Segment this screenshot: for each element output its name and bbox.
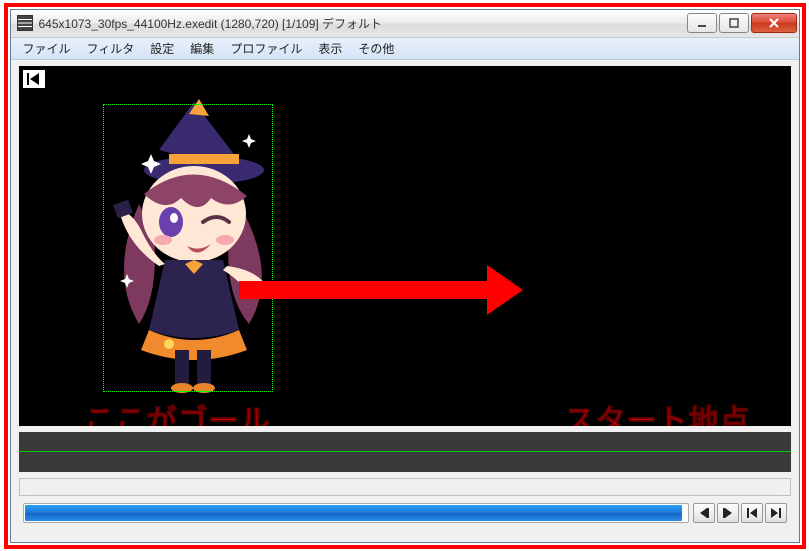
scrollbar-thumb[interactable] [34,480,776,494]
menubar: ファイル フィルタ 設定 編集 プロファイル 表示 その他 [11,38,799,60]
go-end-button[interactable] [765,503,787,523]
menu-filter[interactable]: フィルタ [79,38,143,59]
annotation-goal-label: ここがゴール [85,396,271,426]
annotation-start-label: スタート地点 [565,396,751,426]
go-to-start-icon[interactable] [23,70,45,88]
menu-settings[interactable]: 設定 [142,38,182,59]
maximize-button[interactable] [719,13,749,33]
app-icon [17,15,33,31]
seek-bar[interactable] [23,503,689,523]
titlebar: 645x1073_30fps_44100Hz.exedit (1280,720)… [11,10,799,38]
close-button[interactable] [751,13,797,33]
frame-back-button[interactable] [693,503,715,523]
window-title: 645x1073_30fps_44100Hz.exedit (1280,720)… [39,15,383,32]
frame-forward-button[interactable] [717,503,739,523]
object-selection-outline[interactable] [103,104,273,392]
preview-canvas[interactable]: ここがゴール スタート地点 [19,66,791,426]
menu-other[interactable]: その他 [350,38,402,59]
menu-edit[interactable]: 編集 [182,38,222,59]
waveform-center-line [19,451,791,452]
menu-profile[interactable]: プロファイル [222,38,310,59]
content-area: ここがゴール スタート地点 [11,60,799,542]
annotation-arrow-icon [239,281,489,299]
tutorial-highlight-frame: 645x1073_30fps_44100Hz.exedit (1280,720)… [4,3,806,549]
menu-view[interactable]: 表示 [310,38,350,59]
audio-waveform-strip[interactable] [19,432,791,472]
aviutl-main-window: 645x1073_30fps_44100Hz.exedit (1280,720)… [10,9,800,543]
seek-controls-row [19,496,791,530]
seek-bar-fill [25,505,682,521]
menu-file[interactable]: ファイル [15,38,79,59]
minimize-button[interactable] [687,13,717,33]
go-start-button[interactable] [741,503,763,523]
horizontal-scrollbar[interactable] [19,478,791,496]
